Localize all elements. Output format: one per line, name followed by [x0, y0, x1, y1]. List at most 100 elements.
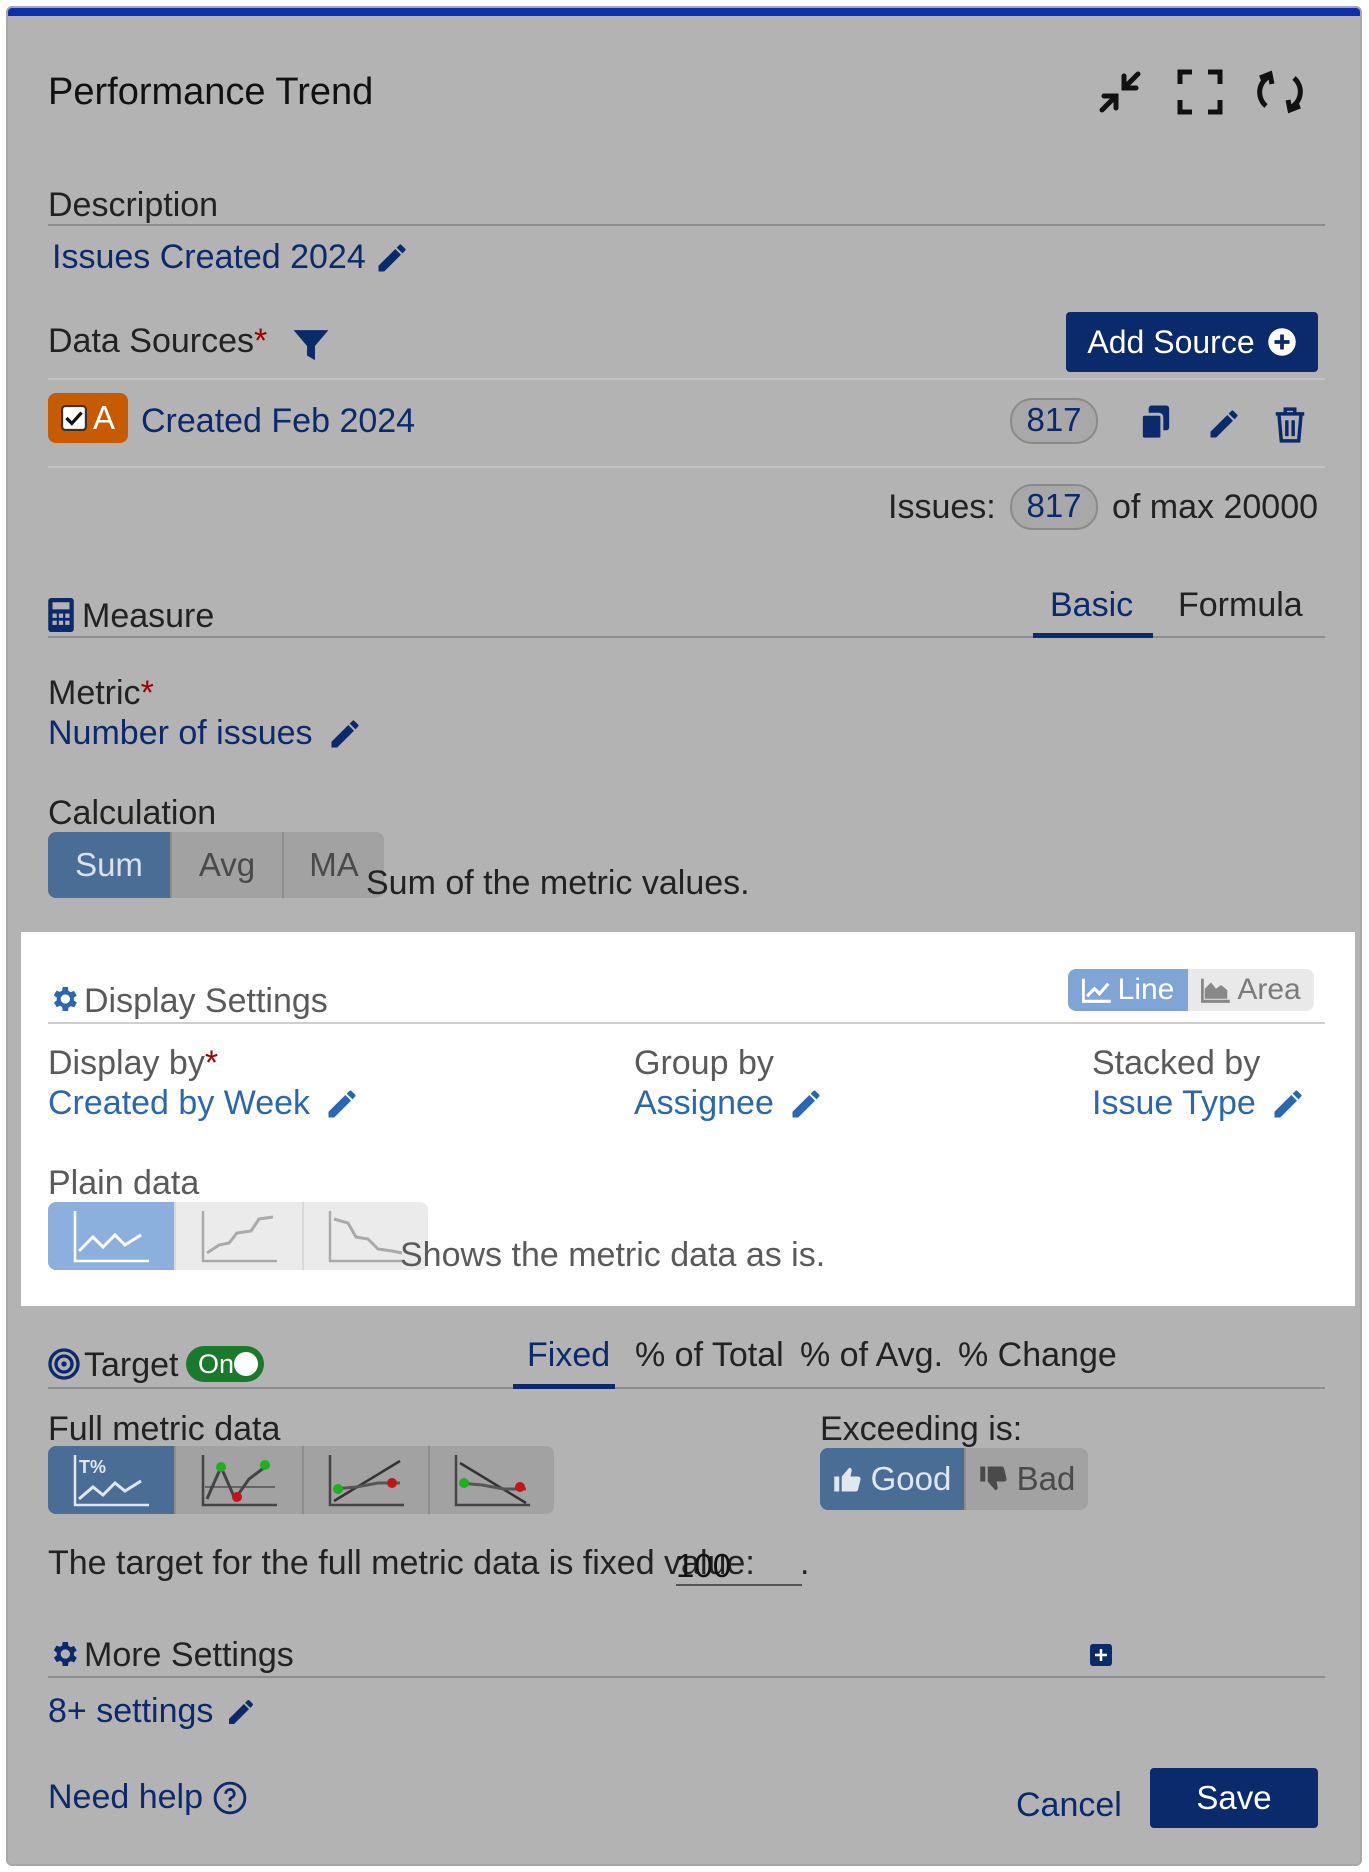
- chart-type-area[interactable]: Area: [1188, 969, 1314, 1011]
- plain-data-desc: Shows the metric data as is.: [400, 1236, 826, 1274]
- need-help-link[interactable]: Need help: [48, 1778, 247, 1817]
- more-settings-link-text: 8+ settings: [48, 1692, 214, 1730]
- tab-fixed[interactable]: Fixed: [527, 1336, 610, 1375]
- full-metric-option-increasing[interactable]: [302, 1446, 428, 1514]
- plain-data-label: Plain data: [48, 1164, 200, 1202]
- fixed-target-text: The target for the full metric data is f…: [48, 1544, 755, 1582]
- chart-type-area-label: Area: [1237, 973, 1301, 1006]
- full-metric-toggle: T%: [48, 1446, 554, 1514]
- source-badge[interactable]: A: [48, 393, 128, 443]
- display-settings-label: Display Settings: [84, 982, 328, 1020]
- group-by-text: Assignee: [634, 1084, 774, 1122]
- help-circle-icon: [213, 1781, 247, 1815]
- description-text: Issues Created 2024: [52, 238, 366, 276]
- cumulative-chart-icon: [199, 1209, 279, 1263]
- pencil-icon[interactable]: [324, 1086, 360, 1122]
- plain-data-toggle: [48, 1202, 428, 1270]
- page-title: Performance Trend: [48, 71, 374, 113]
- pencil-icon[interactable]: [1270, 1086, 1306, 1122]
- tab-percent-change[interactable]: % Change: [958, 1336, 1117, 1375]
- line-chart-icon: [71, 1209, 151, 1263]
- exceeding-good-button[interactable]: Good: [820, 1448, 964, 1510]
- toggle-knob: [234, 1352, 258, 1376]
- issues-label: Issues:: [888, 488, 996, 526]
- fixed-target-input[interactable]: [676, 1540, 802, 1586]
- full-metric-option-target[interactable]: T%: [48, 1446, 174, 1514]
- target-toggle[interactable]: On: [186, 1346, 264, 1382]
- increasing-chart-icon: [326, 1453, 406, 1507]
- pencil-icon[interactable]: [788, 1086, 824, 1122]
- tab-formula[interactable]: Formula: [1178, 586, 1303, 625]
- full-metric-label: Full metric data: [48, 1410, 281, 1448]
- line-chart-icon: [1081, 977, 1112, 1003]
- chart-type-line[interactable]: Line: [1068, 969, 1188, 1011]
- collapse-icon[interactable]: [1096, 68, 1144, 116]
- group-by-value[interactable]: Assignee: [634, 1084, 824, 1123]
- dialog: Performance Trend Description Issues Cre…: [8, 8, 1360, 1864]
- source-count-badge: 817: [1010, 398, 1098, 444]
- target-percent-chart-icon: T%: [71, 1453, 151, 1507]
- exceeding-label: Exceeding is:: [820, 1410, 1023, 1448]
- chart-type-toggle: Line Area: [1068, 969, 1314, 1011]
- calc-avg-button[interactable]: Avg: [170, 832, 282, 898]
- plain-data-option-plain[interactable]: [48, 1202, 174, 1270]
- exceeding-bad-button[interactable]: Bad: [964, 1448, 1088, 1510]
- target-icon: [48, 1348, 80, 1380]
- tab-basic[interactable]: Basic: [1050, 586, 1133, 625]
- thumbs-down-icon: [979, 1464, 1009, 1494]
- pencil-icon[interactable]: [374, 240, 410, 276]
- source-letter: A: [92, 399, 115, 436]
- svg-text:T%: T%: [79, 1457, 106, 1477]
- more-settings-link[interactable]: 8+ settings: [48, 1692, 257, 1731]
- issues-max: of max 20000: [1112, 488, 1319, 526]
- chart-type-line-label: Line: [1117, 973, 1175, 1006]
- metric-value[interactable]: Number of issues: [48, 714, 363, 753]
- expand-plus-icon[interactable]: [1090, 1644, 1112, 1666]
- full-metric-option-peaks[interactable]: [174, 1446, 302, 1514]
- plain-data-option-cumulative[interactable]: [174, 1202, 302, 1270]
- display-by-value[interactable]: Created by Week: [48, 1084, 360, 1123]
- need-help-text: Need help: [48, 1778, 204, 1816]
- thumbs-up-icon: [833, 1464, 863, 1494]
- calc-sum-button[interactable]: Sum: [48, 832, 170, 898]
- pencil-icon[interactable]: [225, 1696, 257, 1728]
- copy-icon[interactable]: [1138, 404, 1174, 442]
- more-settings-label: More Settings: [84, 1636, 294, 1674]
- gear-icon: [48, 983, 80, 1015]
- measure-label: Measure: [82, 597, 215, 635]
- trash-icon[interactable]: [1274, 406, 1306, 444]
- add-source-label: Add Source: [1087, 323, 1255, 360]
- save-button[interactable]: Save: [1150, 1768, 1318, 1828]
- data-sources-label: Data Sources*: [48, 322, 268, 360]
- calculation-label: Calculation: [48, 794, 217, 832]
- exceeding-bad-label: Bad: [1016, 1460, 1076, 1497]
- exceeding-good-label: Good: [870, 1460, 952, 1497]
- issues-count-badge: 817: [1010, 484, 1098, 530]
- filter-icon[interactable]: [292, 328, 330, 364]
- gear-icon: [48, 1638, 80, 1670]
- display-by-text: Created by Week: [48, 1084, 311, 1122]
- add-source-button[interactable]: Add Source: [1066, 312, 1318, 372]
- pencil-icon[interactable]: [327, 716, 363, 752]
- stacked-by-value[interactable]: Issue Type: [1092, 1084, 1306, 1123]
- fixed-target-period: .: [800, 1544, 810, 1582]
- checkbox-icon[interactable]: [60, 405, 87, 431]
- source-name[interactable]: Created Feb 2024: [141, 402, 415, 441]
- stacked-by-label: Stacked by: [1092, 1044, 1261, 1082]
- peaks-chart-icon: [199, 1453, 279, 1507]
- decreasing-target-chart-icon: [452, 1453, 532, 1507]
- full-metric-option-decreasing[interactable]: [428, 1446, 554, 1514]
- display-by-label: Display by*: [48, 1044, 219, 1082]
- calculation-toggle: Sum Avg MA: [48, 832, 384, 898]
- calculator-icon: [48, 598, 74, 632]
- tab-percent-total[interactable]: % of Total: [635, 1336, 784, 1375]
- calculation-desc: Sum of the metric values.: [366, 864, 750, 902]
- exceeding-toggle: Good Bad: [820, 1448, 1088, 1510]
- refresh-icon[interactable]: [1256, 68, 1304, 116]
- tab-percent-avg[interactable]: % of Avg.: [800, 1336, 943, 1375]
- cancel-button[interactable]: Cancel: [1016, 1786, 1122, 1825]
- edit-source-icon[interactable]: [1206, 406, 1242, 442]
- fullscreen-icon[interactable]: [1176, 68, 1224, 116]
- area-chart-icon: [1201, 977, 1231, 1003]
- description-value[interactable]: Issues Created 2024: [52, 238, 410, 277]
